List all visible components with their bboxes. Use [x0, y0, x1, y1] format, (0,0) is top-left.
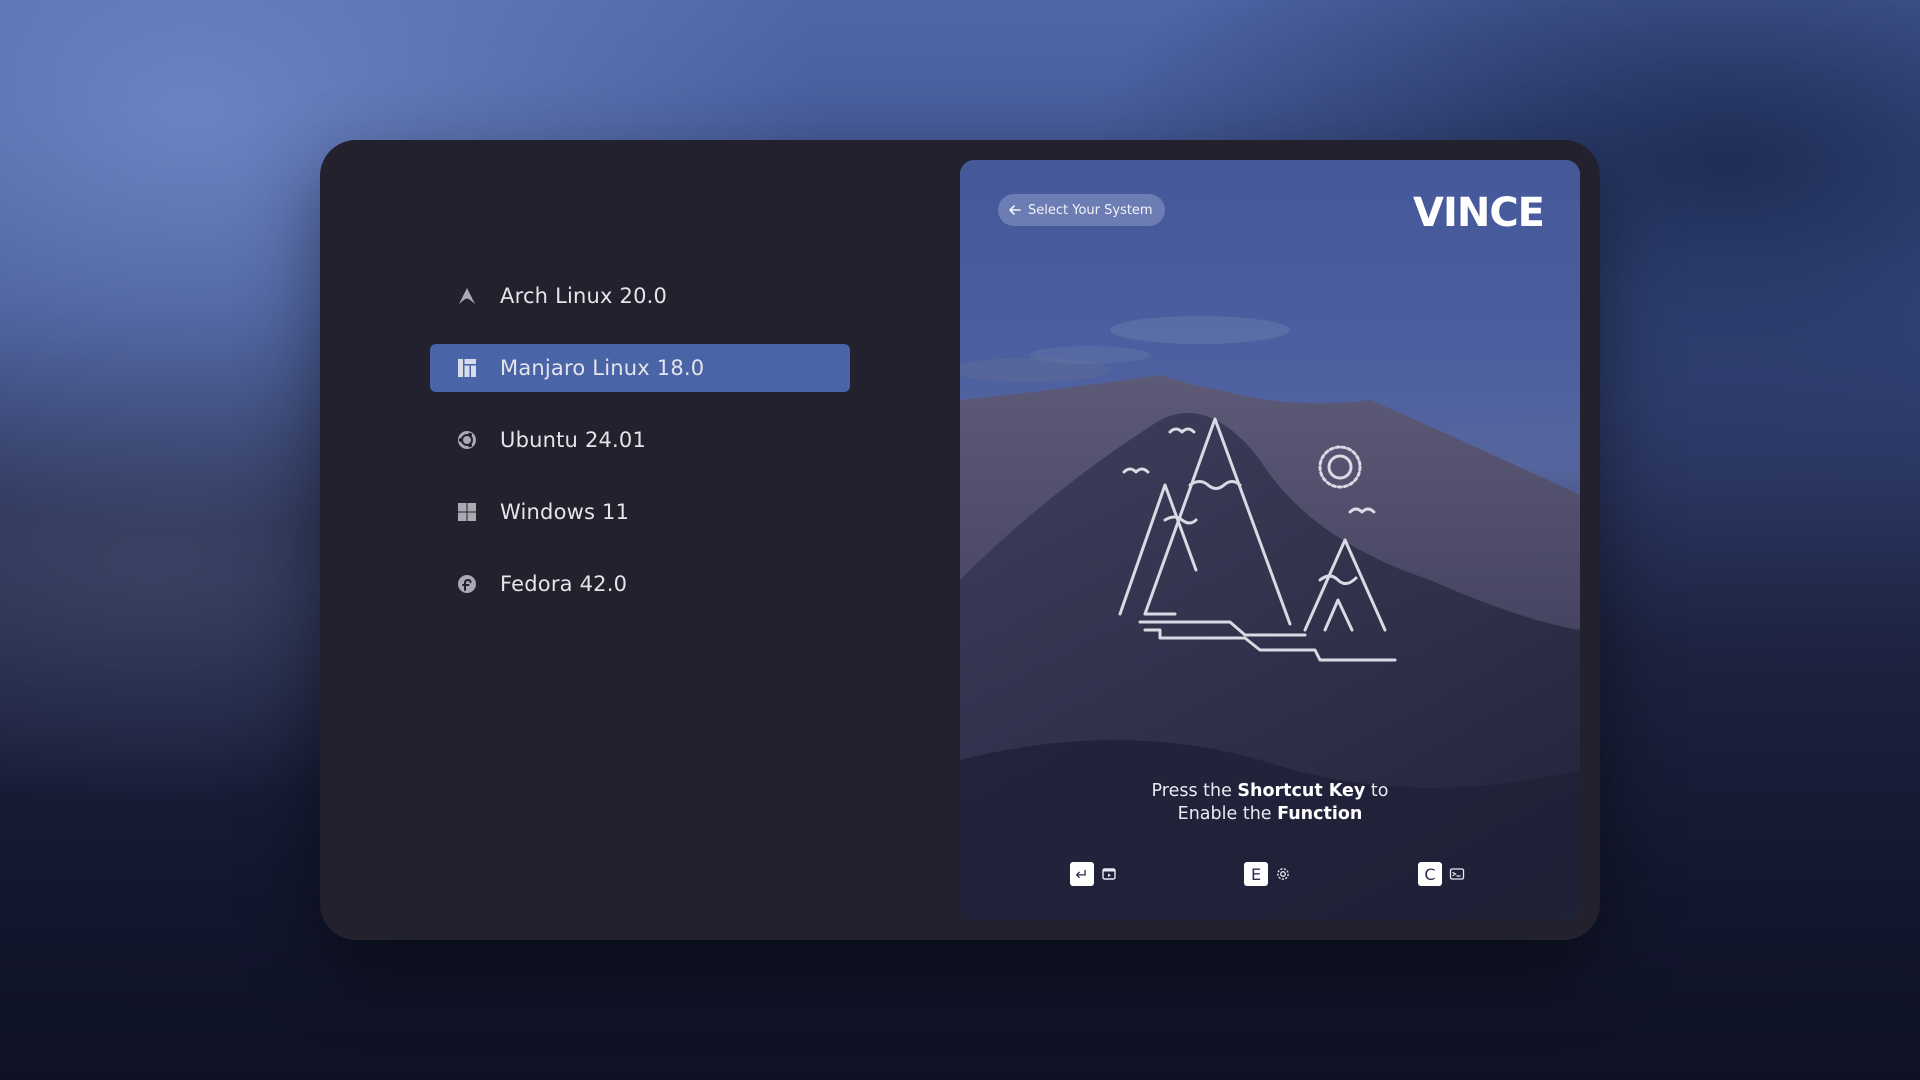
- shortcut-terminal: C: [1418, 862, 1466, 886]
- settings-icon: [1274, 865, 1292, 883]
- hint-text: Press the: [1151, 781, 1238, 801]
- select-system-back-button[interactable]: Select Your System: [998, 194, 1165, 226]
- c-key[interactable]: C: [1418, 862, 1442, 886]
- os-item-windows[interactable]: Windows 11: [430, 488, 850, 536]
- ubuntu-icon: [456, 429, 478, 451]
- hint-text: Enable the: [1177, 804, 1278, 824]
- os-item-ubuntu[interactable]: Ubuntu 24.01: [430, 416, 850, 464]
- hint-emphasis: Shortcut Key: [1237, 781, 1366, 801]
- hint-text: to: [1365, 781, 1389, 801]
- shortcut-hint: Press the Shortcut Key to Enable the Fun…: [960, 780, 1580, 826]
- shortcut-settings: E: [1244, 862, 1292, 886]
- os-item-label: Arch Linux 20.0: [500, 284, 668, 308]
- arrow-left-icon: [1009, 205, 1021, 215]
- brand-logo: VINCE: [1413, 190, 1545, 236]
- manjaro-icon: [456, 357, 478, 379]
- os-item-label: Fedora 42.0: [500, 572, 628, 596]
- boot-selector-dialog: Arch Linux 20.0 Manjaro Linux 18.0 Ubunt…: [320, 140, 1600, 940]
- fedora-icon: [456, 573, 478, 595]
- os-item-manjaro[interactable]: Manjaro Linux 18.0: [430, 344, 850, 392]
- terminal-icon: [1448, 865, 1466, 883]
- os-item-label: Windows 11: [500, 500, 630, 524]
- os-item-fedora[interactable]: Fedora 42.0: [430, 560, 850, 608]
- enter-key[interactable]: ↵: [1070, 862, 1094, 886]
- os-list: Arch Linux 20.0 Manjaro Linux 18.0 Ubunt…: [430, 272, 850, 632]
- shortcut-bar: ↵ E C: [960, 862, 1580, 888]
- windows-icon: [456, 501, 478, 523]
- hint-emphasis: Function: [1277, 804, 1363, 824]
- os-item-label: Manjaro Linux 18.0: [500, 356, 705, 380]
- back-button-label: Select Your System: [1028, 202, 1153, 218]
- boot-window-icon: [1100, 865, 1118, 883]
- os-item-arch[interactable]: Arch Linux 20.0: [430, 272, 850, 320]
- e-key[interactable]: E: [1244, 862, 1268, 886]
- os-preview-panel: Select Your System VINCE Press the Short…: [960, 160, 1580, 920]
- shortcut-boot: ↵: [1070, 862, 1118, 886]
- arch-icon: [456, 285, 478, 307]
- os-item-label: Ubuntu 24.01: [500, 428, 647, 452]
